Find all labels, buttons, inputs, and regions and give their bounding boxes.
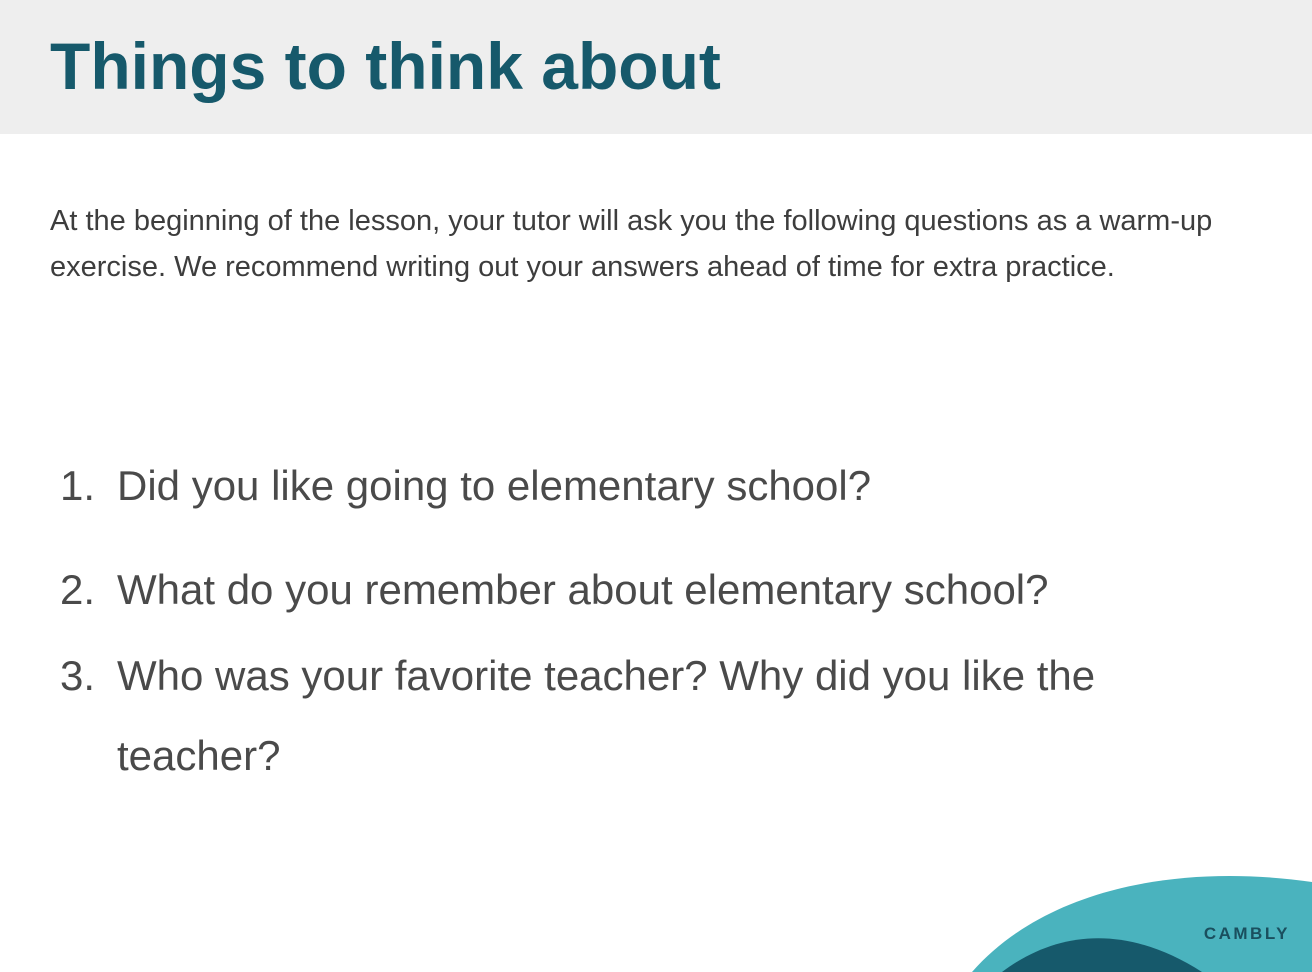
slide: Things to think about At the beginning o… <box>0 0 1312 972</box>
corner-wave-decoration <box>972 876 1312 972</box>
question-text: Did you like going to elementary school? <box>117 462 872 509</box>
question-item: 3. Who was your favorite teacher? Why di… <box>0 636 1312 796</box>
question-text: What do you remember about elementary sc… <box>117 566 1049 613</box>
question-item: 1. Did you like going to elementary scho… <box>0 446 1312 526</box>
intro-paragraph: At the beginning of the lesson, your tut… <box>50 205 1213 283</box>
cambly-logo: CAMBLY <box>1203 924 1290 943</box>
question-item: 2. What do you remember about elementary… <box>0 550 1312 630</box>
question-number: 3. <box>60 652 96 699</box>
question-text: Who was your favorite teacher? Why did y… <box>117 652 1096 779</box>
question-number: 1. <box>60 462 96 509</box>
question-list: 1. Did you like going to elementary scho… <box>0 446 1312 796</box>
question-number: 2. <box>60 566 96 613</box>
slide-title: Things to think about <box>50 29 721 103</box>
header-band: Things to think about <box>0 0 1312 134</box>
